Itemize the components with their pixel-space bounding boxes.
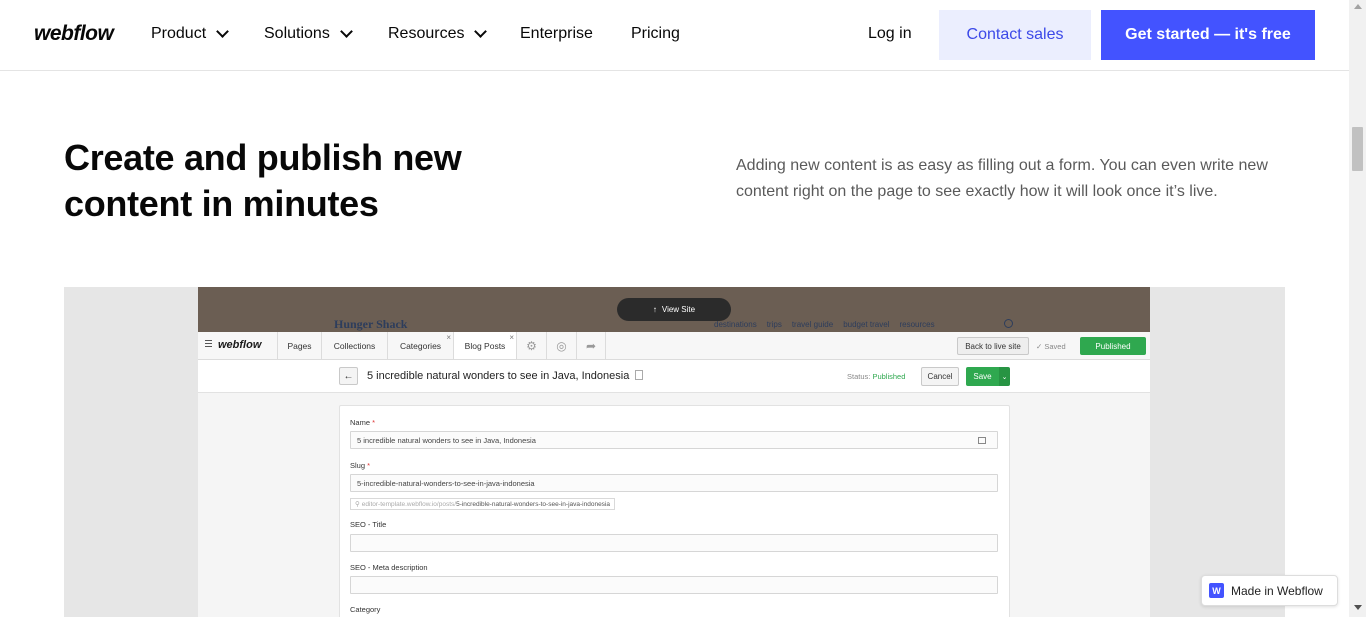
status-label: Status:	[847, 372, 871, 381]
item-url: ⚲ editor-template.webflow.io/posts/5-inc…	[350, 498, 615, 510]
nav-solutions[interactable]: Solutions	[264, 25, 353, 43]
nav-pricing-label: Pricing	[631, 25, 680, 42]
view-site-pill: ↑ View Site	[617, 298, 731, 321]
nav-resources[interactable]: Resources	[388, 25, 488, 43]
toolbar-tab-label: Blog Posts	[464, 340, 506, 351]
nav-product-label: Product	[151, 25, 207, 42]
save-button: Save	[966, 367, 999, 386]
site-link: destinations	[714, 320, 757, 329]
hero-description: Adding new content is as easy as filling…	[736, 157, 1268, 200]
item-form: Name * 5 incredible natural wonders to s…	[339, 405, 1010, 617]
login-link[interactable]: Log in	[868, 25, 912, 43]
toolbar-tab-blog-posts: Blog Posts ×	[453, 332, 516, 359]
nav-enterprise-label: Enterprise	[520, 25, 593, 42]
nav-solutions-label: Solutions	[264, 25, 330, 42]
editor-toolbar: webflow Pages Collections Categories × B…	[198, 332, 1150, 360]
share-icon: ➦	[576, 332, 606, 359]
site-logo: Hunger Shack	[334, 317, 408, 331]
status-value: Published	[872, 372, 906, 381]
top-navigation: webflow Product Solutions Resources Ente…	[0, 0, 1349, 71]
close-icon: ×	[446, 333, 451, 342]
chevron-down-icon	[216, 25, 230, 38]
editor-screenshot-section: Hunger Shack destinations trips travel g…	[64, 287, 1285, 617]
globe-icon: ◎	[546, 332, 576, 359]
site-link: resources	[899, 320, 935, 329]
arrow-up-icon: ↑	[652, 305, 657, 314]
name-label: Name *	[350, 418, 375, 427]
scroll-thumb[interactable]	[1352, 127, 1363, 171]
link-icon: ⚲	[355, 501, 360, 508]
contact-sales-button[interactable]: Contact sales	[939, 10, 1091, 60]
hamburger-icon	[205, 340, 212, 347]
seo-title-field	[350, 534, 998, 552]
nav-product[interactable]: Product	[151, 25, 230, 43]
nav-pricing[interactable]: Pricing	[631, 25, 680, 43]
card-icon	[978, 437, 986, 444]
badge-label: Made in Webflow	[1231, 583, 1323, 598]
required-mark: *	[367, 461, 371, 470]
close-icon: ×	[509, 333, 514, 342]
cancel-button: Cancel	[921, 367, 959, 386]
toolbar-tab-collections: Collections	[321, 332, 387, 359]
chevron-down-icon	[474, 25, 488, 38]
seo-title-label: SEO - Title	[350, 520, 387, 529]
editor-screenshot: Hunger Shack destinations trips travel g…	[198, 287, 1150, 617]
slug-label: Slug *	[350, 461, 370, 470]
site-link: travel guide	[791, 320, 834, 329]
back-to-live-site-button: Back to live site	[957, 337, 1029, 355]
get-started-button[interactable]: Get started — it's free	[1101, 10, 1315, 60]
seo-meta-field	[350, 576, 998, 594]
site-preview-strip: Hunger Shack destinations trips travel g…	[198, 287, 1150, 332]
page-scrollbar[interactable]	[1349, 0, 1366, 617]
chevron-down-icon: ⌄	[999, 367, 1010, 386]
published-badge: Published	[1080, 337, 1146, 355]
url-prefix: editor-template.webflow.io/posts/	[361, 500, 457, 508]
scroll-down-arrow-icon[interactable]	[1354, 605, 1362, 610]
item-status: Status: Published	[847, 372, 905, 381]
nav-resources-label: Resources	[388, 25, 465, 42]
webflow-logo[interactable]: webflow	[34, 22, 114, 46]
made-in-webflow-badge[interactable]: W Made in Webflow	[1201, 575, 1338, 606]
name-field-value: 5 incredible natural wonders to see in J…	[357, 435, 536, 445]
nav-enterprise[interactable]: Enterprise	[520, 25, 593, 43]
name-field: 5 incredible natural wonders to see in J…	[350, 431, 998, 449]
item-title-text: 5 incredible natural wonders to see in J…	[367, 370, 630, 382]
item-title: 5 incredible natural wonders to see in J…	[367, 370, 644, 382]
slug-label-text: Slug	[350, 461, 366, 470]
required-mark: *	[372, 418, 376, 427]
view-site-label: View Site	[661, 305, 696, 314]
back-arrow-icon: ←	[339, 367, 358, 385]
scroll-up-arrow-icon[interactable]	[1354, 4, 1362, 9]
slug-field: 5-incredible-natural-wonders-to-see-in-j…	[350, 474, 998, 492]
site-link: budget travel	[843, 320, 890, 329]
document-icon	[635, 370, 644, 380]
toolbar-logo: webflow	[218, 339, 262, 351]
chevron-down-icon	[339, 25, 353, 38]
url-slug: 5-incredible-natural-wonders-to-see-in-j…	[456, 500, 610, 508]
saved-indicator: ✓ Saved	[1036, 342, 1066, 351]
site-link: trips	[766, 320, 782, 329]
webflow-icon: W	[1209, 583, 1224, 598]
search-icon	[1004, 319, 1013, 328]
seo-meta-label: SEO - Meta description	[350, 563, 428, 572]
slug-field-value: 5-incredible-natural-wonders-to-see-in-j…	[357, 478, 535, 488]
toolbar-tab-label: Categories	[399, 340, 442, 351]
gear-icon: ⚙	[516, 332, 546, 359]
site-links: destinations trips travel guide budget t…	[714, 320, 935, 329]
toolbar-tab-pages: Pages	[277, 332, 321, 359]
item-editor-bar: ← 5 incredible natural wonders to see in…	[198, 360, 1150, 393]
hero-title: Create and publish new content in minute…	[64, 137, 462, 224]
toolbar-tab-categories: Categories ×	[387, 332, 453, 359]
category-label: Category	[350, 605, 381, 614]
name-label-text: Name	[350, 418, 371, 427]
